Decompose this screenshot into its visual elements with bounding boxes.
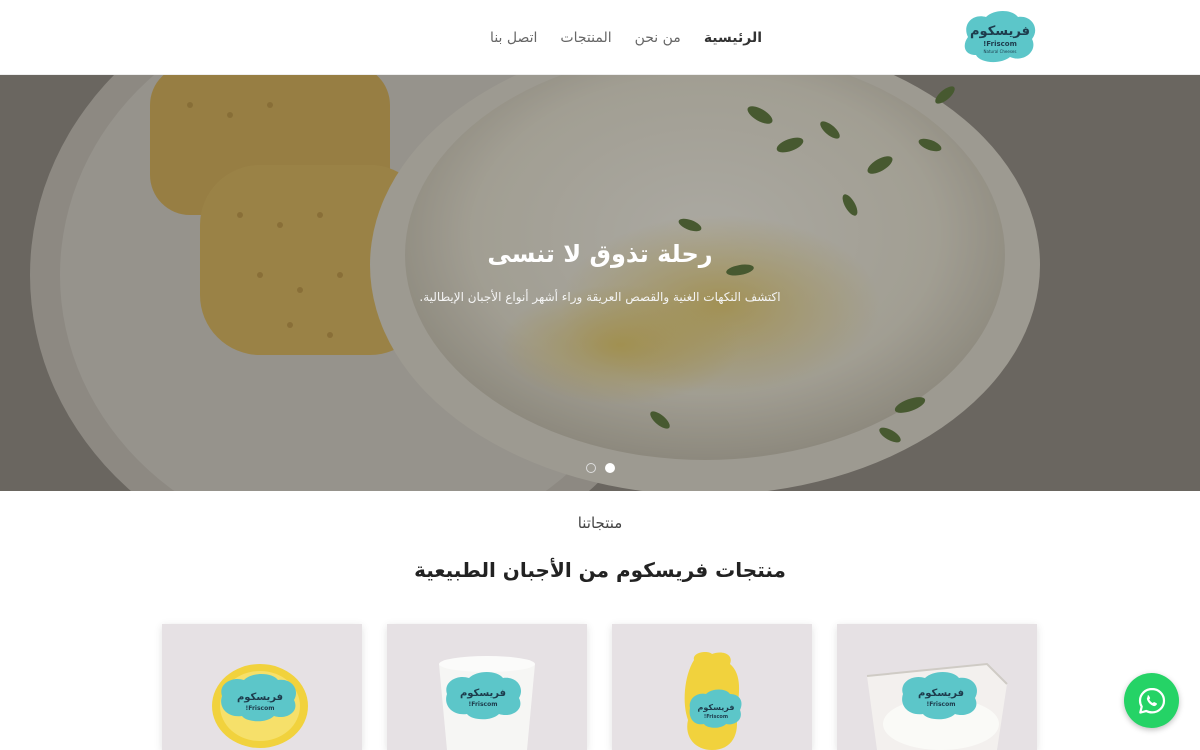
whatsapp-icon [1138, 687, 1165, 714]
hero-overlay [0, 75, 1200, 491]
slider-dot-1[interactable] [586, 463, 596, 473]
main-nav: الرئيسية من نحن المنتجات اتصل بنا [490, 0, 762, 75]
cheese-package-image: فريسكوم Friscom! [837, 624, 1037, 750]
svg-text:فريسكوم: فريسكوم [918, 688, 964, 699]
svg-text:Natural Cheeses: Natural Cheeses [984, 49, 1017, 54]
hero-slider[interactable]: رحلة تذوق لا تنسى اكتشف النكهات الغنية و… [0, 75, 1200, 491]
svg-text:Friscom!: Friscom! [927, 701, 956, 708]
product-card[interactable]: فريسكوم Friscom! [387, 624, 587, 750]
nav-products[interactable]: المنتجات [560, 30, 611, 46]
svg-text:فريسكوم: فريسكوم [970, 24, 1030, 39]
site-logo[interactable]: فريسكوم Friscom! Natural Cheeses [960, 7, 1038, 65]
friscom-logo-icon: فريسكوم Friscom! Natural Cheeses [964, 11, 1036, 63]
slider-dot-2[interactable] [605, 463, 615, 473]
product-card[interactable]: فريسكوم Friscom! [162, 624, 362, 750]
svg-text:فريسكوم: فريسكوم [460, 688, 506, 699]
slider-dots [586, 463, 615, 473]
hero-subtitle: اكتشف النكهات الغنية والقصص العريقة وراء… [419, 290, 781, 304]
nav-contact[interactable]: اتصل بنا [490, 30, 537, 46]
cheese-package-image: فريسكوم Friscom! [387, 624, 587, 750]
hero-title: رحلة تذوق لا تنسى [487, 240, 713, 268]
whatsapp-button[interactable] [1124, 673, 1179, 728]
product-card[interactable]: فريسكوم Friscom! [837, 624, 1037, 750]
nav-home[interactable]: الرئيسية [704, 30, 762, 46]
product-card[interactable]: فريسكوم Friscom! [612, 624, 812, 750]
products-eyebrow: منتجاتنا [577, 514, 623, 532]
svg-text:Friscom!: Friscom! [469, 701, 498, 708]
cheese-package-image: فريسكوم Friscom! [612, 624, 812, 750]
product-grid: فريسكوم Friscom! فريسكوم Friscom! فريسكو… [162, 624, 1038, 750]
svg-text:Friscom!: Friscom! [246, 705, 275, 712]
cheese-package-image: فريسكوم Friscom! [162, 624, 362, 750]
svg-text:فريسكوم: فريسكوم [698, 703, 735, 712]
nav-about[interactable]: من نحن [635, 30, 681, 46]
products-title: منتجات فريسكوم من الأجبان الطبيعية [414, 558, 786, 582]
svg-text:Friscom!: Friscom! [983, 40, 1017, 48]
svg-text:فريسكوم: فريسكوم [237, 692, 283, 703]
site-header: فريسكوم Friscom! Natural Cheeses الرئيسي… [0, 0, 1200, 75]
svg-text:Friscom!: Friscom! [704, 714, 728, 720]
